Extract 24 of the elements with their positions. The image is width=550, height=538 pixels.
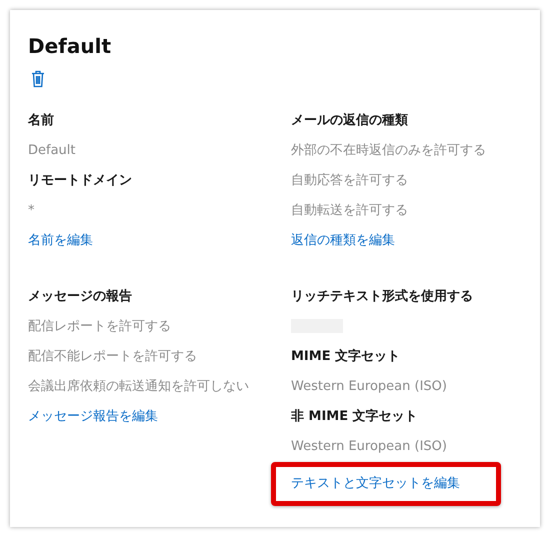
- trash-icon: [31, 70, 45, 88]
- section-label: MIME 文字セット: [291, 348, 402, 366]
- delete-button[interactable]: [31, 70, 45, 88]
- section-label: 非 MIME 文字セット: [291, 408, 419, 426]
- setting-value: 配信レポートを許可する: [28, 318, 172, 336]
- setting-value: Default: [28, 142, 76, 160]
- section-label: 名前: [28, 112, 55, 130]
- section-label: リモートドメイン: [28, 172, 133, 190]
- page-title: Default: [28, 33, 112, 60]
- edit-link[interactable]: メッセージ報告を編集: [28, 402, 158, 432]
- setting-value: Western European (ISO): [291, 378, 448, 396]
- edit-link[interactable]: 名前を編集: [28, 226, 93, 256]
- edit-link[interactable]: 返信の種類を編集: [291, 226, 395, 256]
- setting-value: 自動応答を許可する: [291, 172, 409, 190]
- setting-value: 自動転送を許可する: [291, 202, 409, 220]
- edit-link[interactable]: テキストと文字セットを編集: [291, 469, 481, 499]
- setting-value: Western European (ISO): [291, 438, 448, 456]
- section-label: メッセージの報告: [28, 288, 133, 306]
- section-label: リッチテキスト形式を使用する: [291, 288, 474, 306]
- setting-value: 外部の不在時返信のみを許可する: [291, 142, 487, 160]
- setting-value: *: [28, 202, 36, 220]
- section-label: メールの返信の種類: [291, 112, 409, 130]
- setting-value: 会議出席依頼の転送通知を許可しない: [28, 378, 250, 396]
- setting-value: 配信不能レポートを許可する: [28, 348, 198, 366]
